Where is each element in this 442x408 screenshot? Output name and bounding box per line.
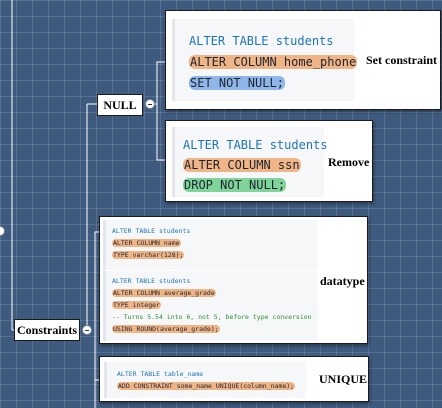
remove-card[interactable]: ALTER TABLE students ALTER COLUMN ssn DR… <box>165 120 373 202</box>
code-line: DROP NOT NULL; <box>183 178 287 192</box>
set-constraint-code: ALTER TABLE students ALTER COLUMN home_p… <box>172 19 358 101</box>
code-line: USING ROUND(average_grade); <box>112 325 220 333</box>
unique-code: ALTER TABLE table_name ADD CONSTRAINT so… <box>104 362 306 398</box>
code-line: ALTER COLUMN ssn <box>183 158 301 172</box>
set-constraint-card[interactable]: ALTER TABLE students ALTER COLUMN home_p… <box>165 10 441 110</box>
branch-to-remove <box>156 104 165 161</box>
code-line: ALTER TABLE students <box>112 227 191 235</box>
branch-to-set-constraint <box>156 61 165 104</box>
code-line: ALTER COLUMN average_grade <box>112 289 216 297</box>
constraints-node-label: Constraints <box>16 322 77 337</box>
null-node-label: NULL <box>103 97 137 112</box>
code-line: TYPE varchar(128); <box>112 251 185 259</box>
unique-label: UNIQUE <box>319 372 368 386</box>
datatype-code-1: ALTER TABLE students ALTER COLUMN name T… <box>103 220 318 270</box>
code-line: ALTER COLUMN name <box>112 239 181 247</box>
remove-code: ALTER TABLE students ALTER COLUMN ssn DR… <box>172 127 328 197</box>
code-line: ADD CONSTRAINT some_name UNIQUE(column_n… <box>117 382 296 390</box>
code-line: ALTER TABLE table_name <box>117 370 204 378</box>
null-node[interactable]: NULL <box>97 94 143 116</box>
unique-card[interactable]: ALTER TABLE table_name ADD CONSTRAINT so… <box>99 356 369 402</box>
code-line: TYPE integer <box>112 301 161 309</box>
code-line: ALTER TABLE students <box>189 34 334 48</box>
code-line: ALTER COLUMN home_phone <box>189 55 358 69</box>
remove-label: Remove <box>328 155 370 169</box>
code-line: ALTER TABLE students <box>112 277 191 285</box>
constraints-node[interactable]: Constraints <box>14 319 80 341</box>
datatype-label: datatype <box>320 274 365 288</box>
null-collapse-toggle[interactable] <box>145 99 155 109</box>
code-line: ALTER TABLE students <box>183 138 328 152</box>
datatype-card[interactable]: ALTER TABLE students ALTER COLUMN name T… <box>99 216 368 344</box>
datatype-code-2: ALTER TABLE students ALTER COLUMN averag… <box>103 271 318 341</box>
set-constraint-label: Set constraint <box>366 53 437 67</box>
code-line: SET NOT NULL; <box>189 76 285 90</box>
code-comment: -- Turns 5.54 into 6, not 5, before type… <box>112 313 312 321</box>
constraints-collapse-toggle[interactable] <box>82 325 92 335</box>
